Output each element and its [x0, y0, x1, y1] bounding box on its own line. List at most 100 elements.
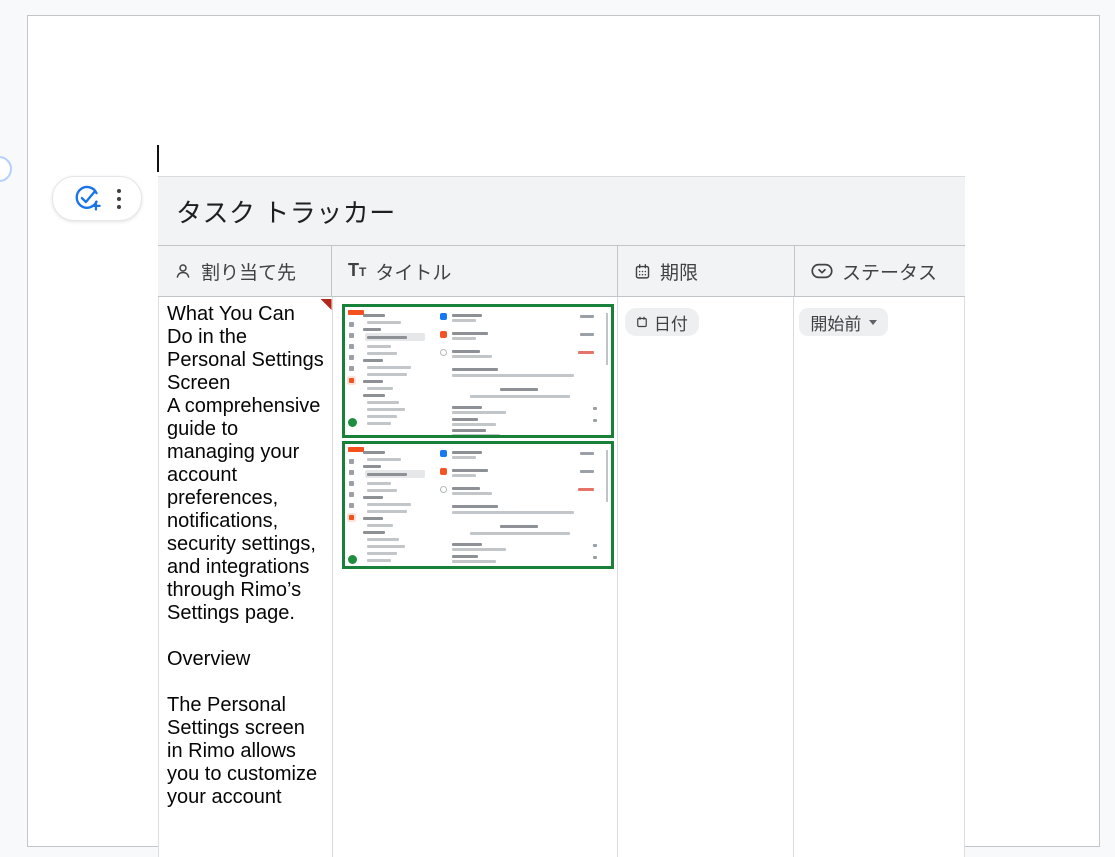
- text-line: in Rimo allows: [167, 740, 326, 763]
- column-header-label: 割り当て先: [201, 258, 296, 285]
- thumbnail-skeleton-shape: [367, 503, 411, 506]
- text-line: Do in the: [167, 326, 326, 349]
- thumbnail-skeleton-shape: [452, 319, 476, 322]
- title-cell[interactable]: [333, 297, 618, 857]
- thumbnail-skeleton-shape: [606, 450, 608, 502]
- due-date-cell[interactable]: 日付: [618, 297, 795, 857]
- thumbnail-skeleton-shape: [452, 429, 486, 432]
- thumbnail-skeleton-shape: [363, 314, 385, 317]
- thumbnail-skeleton-shape: [440, 450, 447, 457]
- column-header-label: タイトル: [375, 258, 451, 285]
- assignee-cell[interactable]: What You CanDo in thePersonal SettingsSc…: [159, 297, 333, 857]
- text-line: notifications,: [167, 510, 326, 533]
- thumbnail-skeleton-shape: [367, 559, 391, 562]
- thumbnail-skeleton-shape: [452, 350, 480, 353]
- column-header-assignee[interactable]: 割り当て先: [158, 246, 332, 296]
- text-line: [167, 625, 326, 648]
- add-task-icon[interactable]: [74, 185, 101, 212]
- status-cell[interactable]: 開始前: [794, 297, 964, 857]
- thumbnail-skeleton-shape: [367, 321, 401, 324]
- thumbnail-screenshot: [345, 444, 611, 569]
- column-header-label: ステータス: [842, 258, 937, 285]
- thumbnail-skeleton-shape: [452, 566, 486, 569]
- thumbnail-skeleton-shape: [452, 314, 482, 317]
- task-tracker-table: タスク トラッカー 割り当て先 TT タイトル 期限: [158, 176, 965, 857]
- thumbnail-skeleton-shape: [578, 488, 594, 491]
- text-line: Settings page.: [167, 602, 326, 625]
- thumbnail-skeleton-shape: [580, 470, 594, 473]
- thumbnail-skeleton-shape: [349, 322, 354, 327]
- thumbnail-skeleton-shape: [349, 355, 354, 360]
- thumbnail-skeleton-shape: [367, 482, 391, 485]
- text-line: through Rimo’s: [167, 579, 326, 602]
- thumbnail-skeleton-shape: [363, 496, 383, 499]
- thumbnail-skeleton-shape: [349, 344, 354, 349]
- thumbnail-skeleton-shape: [500, 388, 538, 391]
- text-line: Settings screen: [167, 717, 326, 740]
- table-header-row: 割り当て先 TT タイトル 期限 ステータス: [158, 246, 965, 297]
- thumbnail-skeleton-shape: [363, 328, 381, 331]
- text-line: managing your: [167, 441, 326, 464]
- thumbnail-skeleton-shape: [367, 345, 391, 348]
- thumbnail-skeleton-shape: [367, 538, 399, 541]
- thumbnail-skeleton-shape: [349, 492, 354, 497]
- thumbnail-skeleton-shape: [349, 366, 354, 371]
- thumbnail-skeleton-shape: [363, 451, 385, 454]
- thumbnail-skeleton-shape: [452, 355, 492, 358]
- thumbnail-skeleton-shape: [367, 408, 405, 411]
- thumbnail-skeleton-shape: [452, 434, 500, 437]
- task-thumbnail[interactable]: [342, 304, 614, 438]
- thumbnail-skeleton-shape: [367, 552, 397, 555]
- thumbnail-skeleton-shape: [367, 524, 393, 527]
- thumbnail-skeleton-shape: [348, 447, 364, 452]
- thumbnail-skeleton-shape: [452, 469, 488, 472]
- text-line: [167, 671, 326, 694]
- calendar-icon: [636, 316, 648, 328]
- thumbnail-skeleton-shape: [348, 418, 357, 427]
- date-chip[interactable]: 日付: [625, 308, 699, 336]
- text-line: you to customize: [167, 763, 326, 786]
- thumbnail-skeleton-shape: [452, 423, 496, 426]
- task-thumbnail[interactable]: [342, 441, 614, 569]
- thumbnail-skeleton-shape: [367, 510, 407, 513]
- thumbnail-skeleton-shape: [452, 560, 496, 563]
- thumbnail-skeleton-shape: [363, 380, 383, 383]
- status-chip[interactable]: 開始前: [799, 308, 888, 336]
- thumbnail-skeleton-shape: [580, 452, 594, 455]
- table-title[interactable]: タスク トラッカー: [158, 176, 965, 246]
- thumbnail-skeleton-shape: [367, 422, 391, 425]
- thumbnail-skeleton-shape: [593, 556, 597, 559]
- column-header-status[interactable]: ステータス: [795, 246, 965, 296]
- thumbnail-skeleton-shape: [349, 481, 354, 486]
- text-line: Screen: [167, 372, 326, 395]
- text-line: The Personal: [167, 694, 326, 717]
- column-header-due[interactable]: 期限: [618, 246, 795, 296]
- thumbnail-skeleton-shape: [348, 310, 364, 315]
- status-chip-label: 開始前: [810, 310, 861, 335]
- thumbnail-skeleton-shape: [440, 349, 447, 356]
- thumbnail-skeleton-shape: [367, 489, 397, 492]
- thumbnail-skeleton-shape: [367, 458, 401, 461]
- thumbnail-skeleton-shape: [349, 459, 354, 464]
- thumbnail-skeleton-shape: [593, 544, 597, 547]
- thumbnail-skeleton-shape: [363, 359, 383, 362]
- more-options-icon[interactable]: [117, 197, 121, 201]
- thumbnail-skeleton-shape: [452, 418, 478, 421]
- column-header-title[interactable]: TT タイトル: [332, 246, 618, 296]
- thumbnail-skeleton-shape: [349, 515, 354, 520]
- thumbnail-skeleton-shape: [367, 352, 397, 355]
- thumbnail-skeleton-shape: [452, 368, 498, 371]
- thumbnail-skeleton-shape: [440, 313, 447, 320]
- thumbnail-skeleton-shape: [452, 543, 482, 546]
- thumbnail-skeleton-shape: [363, 531, 385, 534]
- thumbnail-skeleton-shape: [580, 333, 594, 336]
- person-icon: [174, 262, 192, 280]
- thumbnail-skeleton-shape: [367, 366, 411, 369]
- thumbnail-skeleton-shape: [606, 313, 608, 365]
- thumbnail-skeleton-shape: [363, 465, 381, 468]
- thumbnail-skeleton-shape: [452, 548, 506, 551]
- thumbnail-skeleton-shape: [349, 333, 354, 338]
- thumbnail-skeleton-shape: [452, 451, 482, 454]
- thumbnail-skeleton-shape: [367, 401, 399, 404]
- thumbnail-skeleton-shape: [349, 378, 354, 383]
